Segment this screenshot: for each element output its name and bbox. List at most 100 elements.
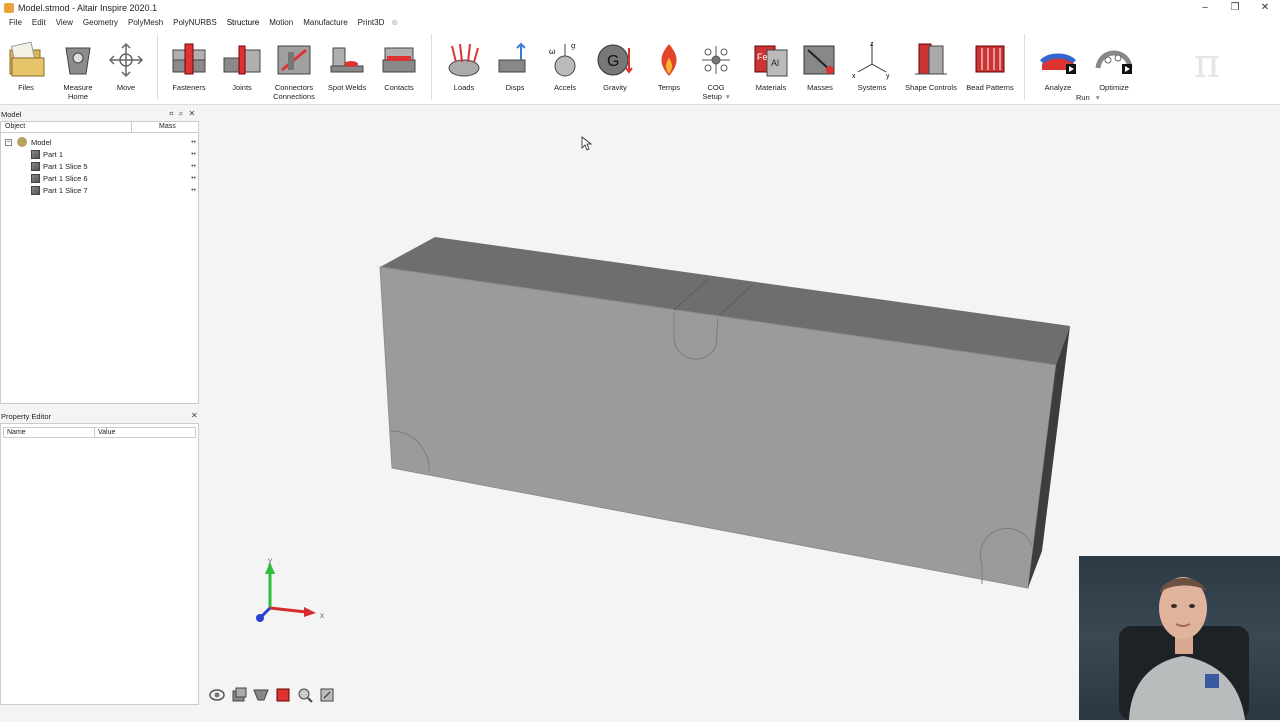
- spot-welds-tool[interactable]: Spot Welds: [326, 40, 368, 92]
- cog-icon: [696, 40, 736, 80]
- contacts-tool[interactable]: Contacts: [378, 40, 420, 92]
- optimize-tool[interactable]: Optimize: [1092, 40, 1136, 92]
- contact-icon: [379, 40, 419, 80]
- run-group-label[interactable]: Run ▾: [1076, 93, 1100, 102]
- files-label: Files: [18, 83, 34, 92]
- menu-view[interactable]: View: [51, 16, 78, 30]
- visibility-icon[interactable]: ••: [191, 175, 196, 182]
- column-object[interactable]: Object: [5, 123, 25, 130]
- tab-motion[interactable]: Motion: [264, 16, 298, 30]
- fit-view-icon[interactable]: [318, 686, 336, 704]
- gravity-tool[interactable]: G Gravity: [594, 40, 636, 92]
- view-orbit-icon[interactable]: [208, 686, 226, 704]
- tree-row-part[interactable]: Part 1 Slice 5 ••: [1, 160, 198, 172]
- temps-label: Temps: [657, 83, 681, 92]
- title-bar: Model.stmod - Altair Inspire 2020.1 – ❐ …: [0, 0, 1280, 16]
- view-cube-icon[interactable]: [230, 686, 248, 704]
- tree-row-part[interactable]: Part 1 ••: [1, 148, 198, 160]
- masses-label: Masses: [807, 83, 833, 92]
- materials-tool[interactable]: Fe Al Materials: [750, 40, 792, 92]
- presenter-image: [1119, 577, 1249, 720]
- loads-tool[interactable]: Loads: [442, 40, 486, 92]
- menu-file[interactable]: File: [4, 16, 27, 30]
- menu-edit[interactable]: Edit: [27, 16, 51, 30]
- visibility-icon[interactable]: ••: [191, 163, 196, 170]
- accels-tool[interactable]: ωg Accels: [544, 40, 586, 92]
- setup-dropdown-icon[interactable]: ▾: [726, 92, 730, 101]
- bead-patterns-tool[interactable]: Bead Patterns: [964, 40, 1016, 92]
- setup-text: Setup: [702, 92, 722, 101]
- property-close-icon[interactable]: ✕: [191, 411, 198, 420]
- svg-text:z: z: [870, 41, 874, 48]
- mouse-cursor-icon: [581, 136, 593, 151]
- move-tool[interactable]: Move: [106, 40, 146, 92]
- tree-row-part[interactable]: Part 1 Slice 6 ••: [1, 172, 198, 184]
- column-mass[interactable]: Mass: [159, 123, 176, 130]
- visibility-icon[interactable]: ••: [191, 187, 196, 194]
- x-axis-label: x: [320, 611, 324, 620]
- ribbon-separator: [1024, 34, 1025, 100]
- collapse-icon[interactable]: –: [5, 138, 12, 146]
- disps-label: Disps: [505, 83, 525, 92]
- search-icon[interactable]: ⌕: [179, 109, 183, 118]
- tree-row-part[interactable]: Part 1 Slice 7 ••: [1, 184, 198, 196]
- mass-icon: [800, 40, 840, 80]
- webcam-overlay: [1079, 556, 1280, 720]
- model-panel-icons: ⌗ ⌕ ✕: [169, 109, 195, 119]
- move-label: Move: [116, 83, 136, 92]
- tree-row-model[interactable]: – Model ••: [1, 136, 198, 148]
- tab-print3d[interactable]: Print3D: [353, 16, 390, 30]
- close-button[interactable]: ✕: [1250, 0, 1280, 16]
- column-name[interactable]: Name: [7, 429, 26, 436]
- systems-tool[interactable]: z x y Systems: [850, 40, 894, 92]
- column-value[interactable]: Value: [98, 429, 115, 436]
- svg-text:Al: Al: [771, 58, 779, 68]
- model-root-label: Model: [31, 137, 52, 147]
- tab-polynurbs[interactable]: PolyNURBS: [168, 16, 222, 30]
- window-title: Model.stmod - Altair Inspire 2020.1: [18, 3, 158, 13]
- ribbon-separator: [431, 34, 432, 100]
- measure-tool[interactable]: Measure Home: [58, 40, 98, 101]
- joints-tool[interactable]: Joints: [222, 40, 262, 92]
- tab-structure[interactable]: Structure: [221, 16, 265, 31]
- connector-icon: [274, 40, 314, 80]
- temps-tool[interactable]: Temps: [648, 40, 690, 92]
- display-mode-icon[interactable]: [274, 686, 292, 704]
- connectors-tool[interactable]: Connectors Connections: [272, 40, 316, 101]
- shape-controls-tool[interactable]: Shape Controls: [904, 40, 958, 92]
- part-icon: [31, 149, 40, 159]
- fasteners-tool[interactable]: Fasteners: [168, 40, 210, 92]
- minimize-button[interactable]: –: [1190, 0, 1220, 16]
- tab-polymesh[interactable]: PolyMesh: [123, 16, 168, 30]
- add-tab-icon[interactable]: ⊕: [389, 16, 403, 30]
- contacts-label: Contacts: [384, 83, 414, 92]
- analyze-tool[interactable]: Analyze: [1036, 40, 1080, 92]
- coordinate-system-icon: z x y: [852, 40, 892, 80]
- load-icon: [444, 40, 484, 80]
- tab-manufacture[interactable]: Manufacture: [298, 16, 352, 30]
- visibility-icon[interactable]: ••: [191, 151, 196, 158]
- property-header: Name Value: [3, 427, 196, 438]
- zoom-icon[interactable]: [296, 686, 314, 704]
- shape-control-icon: [911, 40, 951, 80]
- masses-tool[interactable]: Masses: [800, 40, 840, 92]
- restore-button[interactable]: ❐: [1220, 0, 1250, 16]
- menu-bar: File Edit View Geometry PolyMesh PolyNUR…: [0, 16, 1280, 31]
- gravity-icon: G: [595, 40, 635, 80]
- home-label: Home: [67, 92, 88, 101]
- setup-label: Setup ▾: [696, 92, 736, 101]
- cog-setup-tool[interactable]: COG Setup ▾: [696, 40, 736, 101]
- run-dropdown-icon[interactable]: ▾: [1096, 93, 1100, 102]
- filter-icon[interactable]: ⌗: [169, 109, 174, 118]
- disps-tool[interactable]: Disps: [494, 40, 536, 92]
- close-icon[interactable]: ✕: [188, 109, 195, 118]
- visibility-icon[interactable]: ••: [191, 139, 196, 146]
- files-tool[interactable]: Files: [4, 40, 48, 92]
- connectors-label: Connectors: [274, 83, 314, 92]
- svg-text:Fe: Fe: [757, 52, 768, 62]
- gravity-label: Gravity: [603, 83, 627, 92]
- tab-geometry[interactable]: Geometry: [78, 16, 123, 30]
- ribbon-separator: [157, 34, 158, 100]
- section-cut-icon[interactable]: [252, 686, 270, 704]
- loads-label: Loads: [453, 83, 475, 92]
